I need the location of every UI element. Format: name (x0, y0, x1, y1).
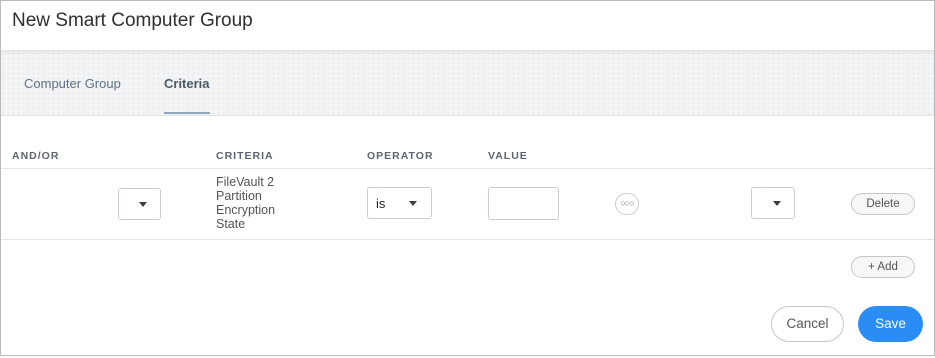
column-header-value: VALUE (488, 150, 528, 162)
tab-bar: Computer Group Criteria (1, 50, 934, 116)
chevron-down-icon (139, 202, 147, 207)
chevron-down-icon (773, 201, 781, 206)
column-header-criteria: CRITERIA (216, 150, 274, 162)
row-divider (1, 239, 934, 240)
paren-close-select[interactable] (751, 187, 795, 219)
delete-button[interactable]: Delete (851, 193, 915, 215)
tab-computer-group[interactable]: Computer Group (24, 76, 121, 91)
paren-open-select[interactable] (118, 188, 161, 220)
ellipsis-icon[interactable]: ○○○ (615, 193, 639, 215)
title-bar: New Smart Computer Group (1, 1, 934, 49)
operator-value: is (376, 196, 386, 211)
add-criteria-button[interactable]: + Add (851, 256, 915, 278)
operator-select[interactable]: is (367, 187, 432, 219)
column-header-and-or: AND/OR (12, 150, 60, 162)
active-tab-indicator (164, 112, 210, 114)
chevron-down-icon (409, 201, 417, 206)
value-input[interactable] (488, 187, 559, 220)
dialog: New Smart Computer Group Computer Group … (0, 0, 935, 356)
header-divider (1, 168, 934, 169)
tab-criteria[interactable]: Criteria (164, 76, 210, 91)
dialog-title: New Smart Computer Group (12, 10, 253, 31)
column-header-operator: OPERATOR (367, 150, 434, 162)
criteria-name: FileVault 2 Partition Encryption State (216, 175, 276, 231)
save-button[interactable]: Save (858, 306, 923, 342)
cancel-button[interactable]: Cancel (771, 306, 844, 342)
